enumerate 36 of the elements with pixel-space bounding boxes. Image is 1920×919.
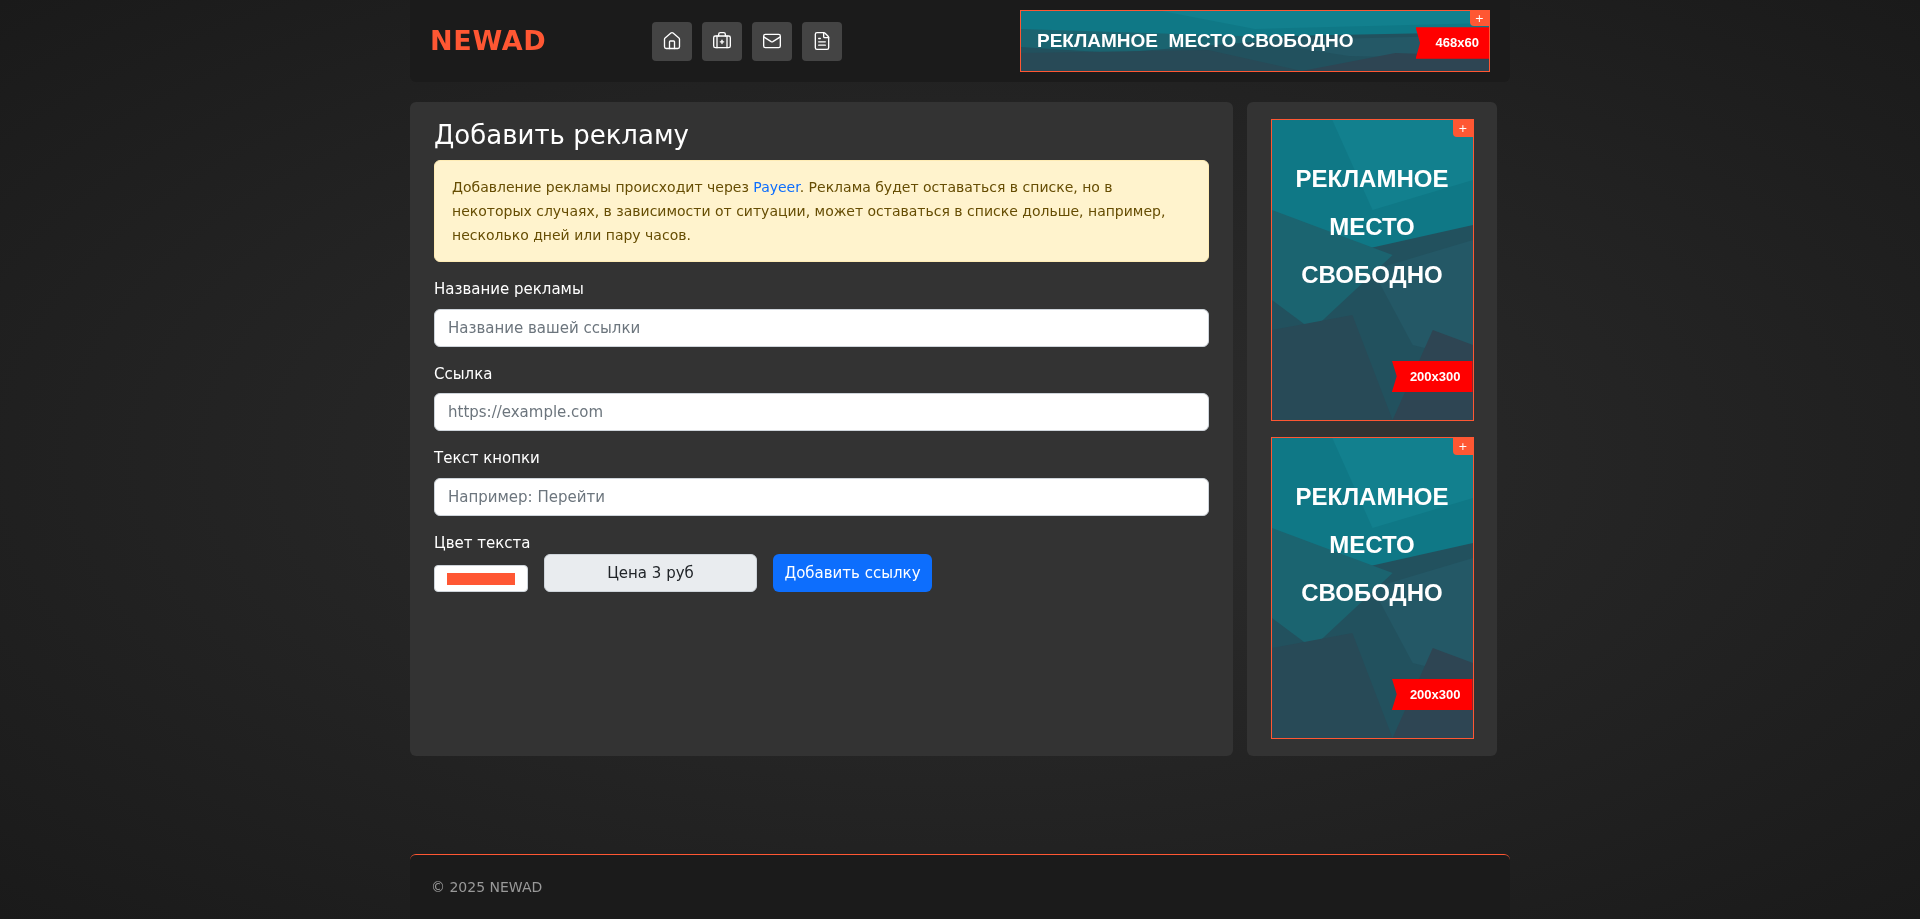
banner-text: МЕСТО	[1329, 530, 1415, 560]
nav-button[interactable]	[702, 21, 742, 61]
banner-text: РЕКЛАМНОЕ МЕСТО СВОБОДНО	[1037, 28, 1354, 53]
banner-text: СВОБОДНО	[1301, 260, 1443, 290]
notice-text: Добавление рекламы происходит через Payeer. Реклама будет оставаться в списке, но в некоторых случаях, в зависимости от ситуации, может оставаться в списке дольше, например, несколько дней или пару часов.	[434, 160, 1209, 262]
field-label: Цвет текста	[434, 532, 532, 554]
page-title: Добавить рекламу	[434, 119, 690, 152]
home-icon	[662, 31, 682, 51]
banner-text: СВОБОДНО	[1301, 578, 1443, 608]
copyright-text: © 2025 NEWAD	[431, 877, 543, 897]
plus-badge[interactable]: +	[1453, 438, 1473, 455]
banner-text: МЕСТО	[1329, 212, 1415, 242]
field-label: Название рекламы	[434, 279, 585, 300]
add-link-button[interactable]: Добавить ссылку	[773, 554, 932, 592]
ad-banner[interactable]: РЕКЛАМНОЕ МЕСТО СВОБОДНО 200x300 +	[1270, 119, 1474, 421]
nav-button[interactable]	[752, 21, 792, 61]
plus-badge[interactable]: +	[1453, 120, 1473, 137]
logo[interactable]: NEWAD	[430, 20, 630, 62]
nav-button[interactable]	[802, 21, 842, 61]
ad-banner[interactable]: РЕКЛАМНОЕ МЕСТО СВОБОДНО 200x300 +	[1270, 437, 1474, 739]
size-label: 468x60	[1415, 27, 1489, 59]
field-label: Текст кнопки	[434, 448, 541, 469]
input-field[interactable]: https://example.com	[434, 393, 1209, 431]
banner-text: РЕКЛАМНОЕ	[1295, 482, 1449, 512]
banner-text: РЕКЛАМНОЕ	[1295, 164, 1449, 194]
price-button[interactable]: Цена 3 руб	[544, 554, 757, 592]
nav-button[interactable]	[652, 21, 692, 61]
ad-banner[interactable]: РЕКЛАМНОЕ МЕСТО СВОБОДНО 468x60 +	[1020, 10, 1490, 72]
bag-plus-icon	[712, 31, 732, 51]
payeer-link[interactable]: Payeer	[753, 179, 800, 195]
field-label: Ссылка	[434, 363, 494, 385]
mail-icon	[762, 31, 782, 51]
input-field[interactable]: Например: Перейти	[434, 477, 1209, 516]
color-picker[interactable]	[434, 565, 528, 592]
input-field[interactable]: Название вашей ссылки	[434, 308, 1209, 347]
document-icon	[812, 31, 832, 51]
